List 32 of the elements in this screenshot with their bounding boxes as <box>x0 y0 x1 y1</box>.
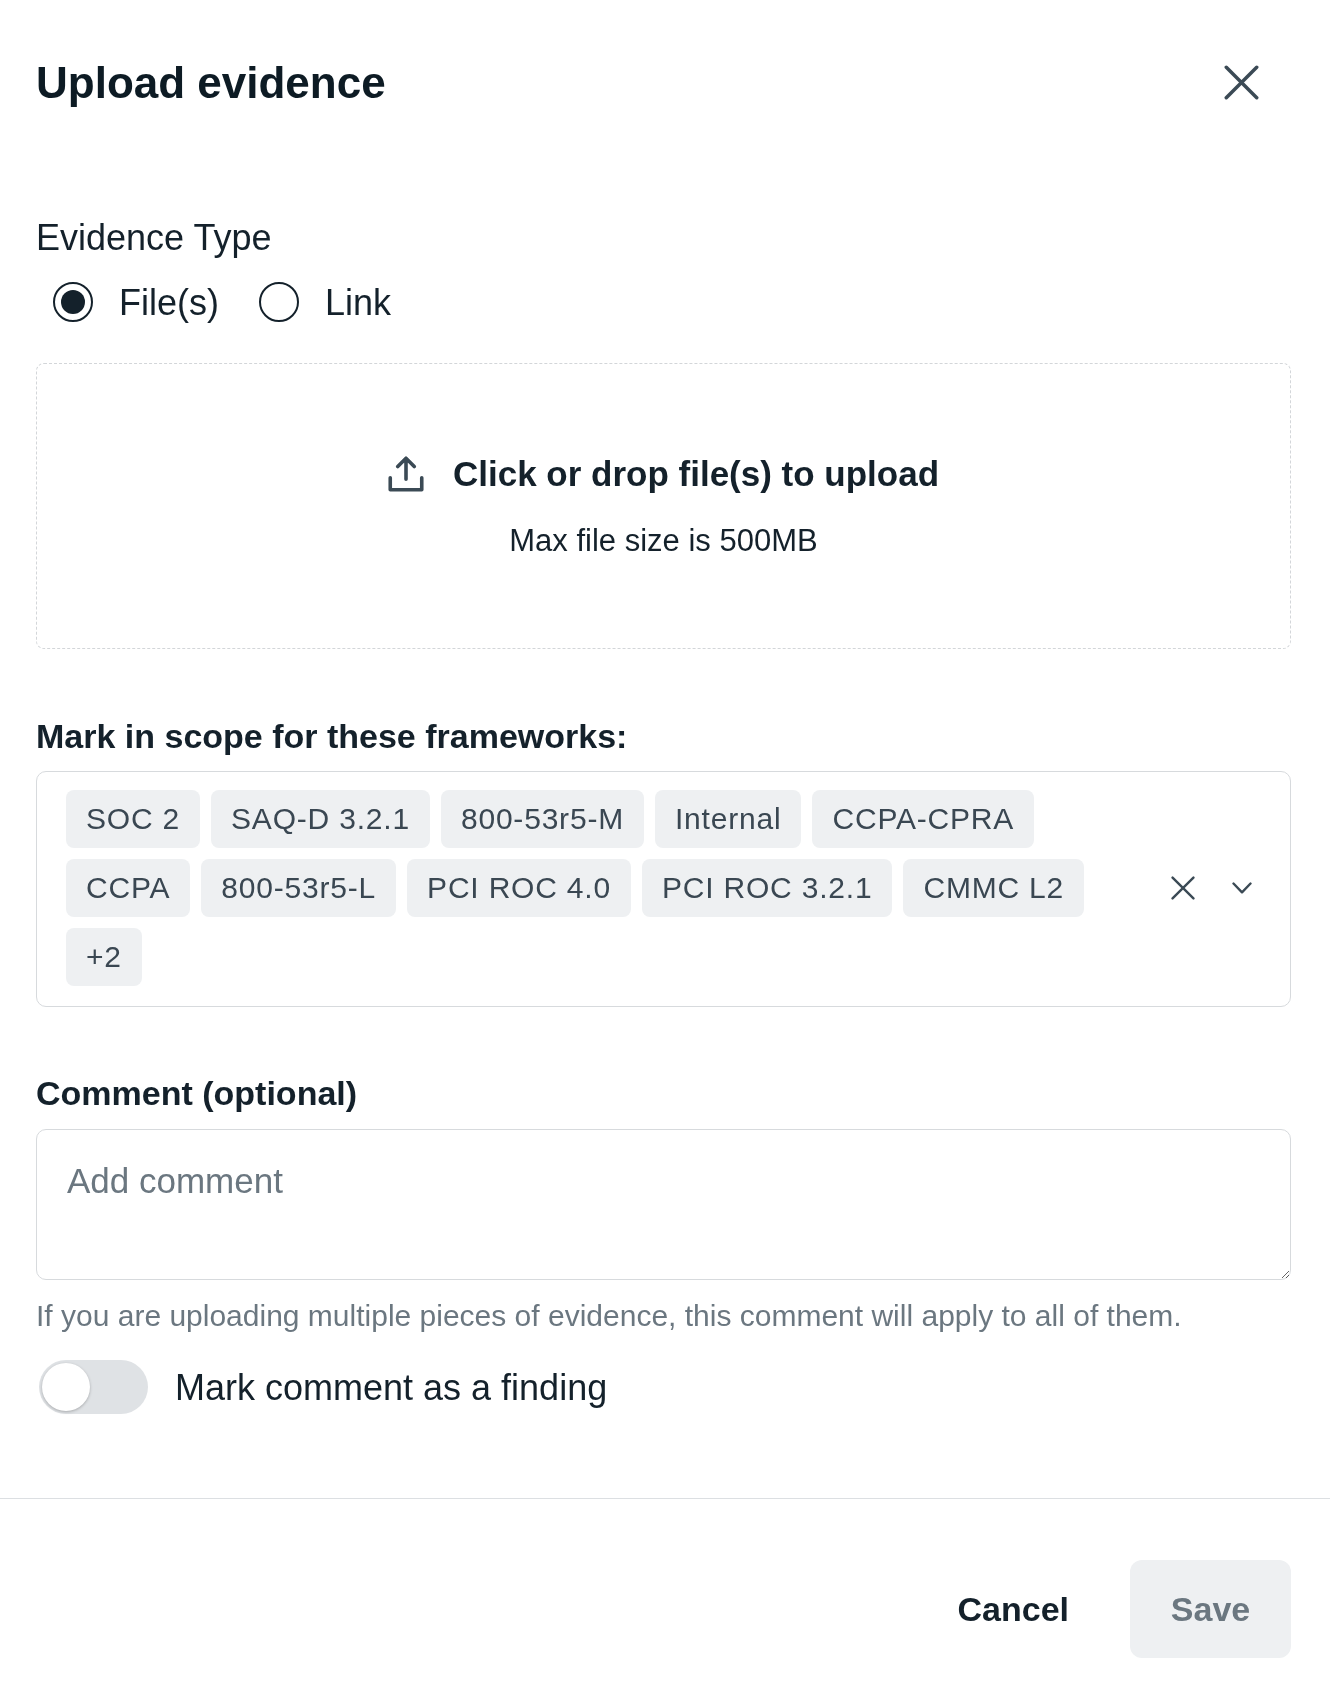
radio-label: Link <box>325 280 392 324</box>
framework-tag: 800-53r5-M <box>440 790 644 848</box>
cancel-button[interactable]: Cancel <box>933 1560 1093 1658</box>
framework-select[interactable]: SOC 2 SAQ-D 3.2.1 800-53r5-M Internal CCPA-CPRA CCPA 800-53r5-L PCI ROC 4.0 PCI ROC 3.2.1 CMMC L2 +2 <box>36 771 1291 1007</box>
comment-field[interactable]: Add comment <box>36 1129 1291 1280</box>
framework-tag: CMMC L2 <box>903 859 1085 917</box>
framework-tag: CCPA-CPRA <box>812 790 1035 848</box>
framework-tag: PCI ROC 4.0 <box>407 859 631 917</box>
toggle-switch[interactable] <box>39 1360 148 1414</box>
framework-tag: CCPA <box>66 859 191 917</box>
upload-icon <box>387 456 424 492</box>
helper-text: If you are uploading multiple pieces of evidence, this comment will apply to all of them. <box>36 1298 1182 1333</box>
dropzone-text: Click or drop file(s) to upload <box>452 453 940 495</box>
evidence-type-label: Evidence Type <box>36 216 272 259</box>
radio-button[interactable] <box>53 282 93 322</box>
file-size-hint: Max file size is 500MB <box>509 522 818 559</box>
toggle-label: Mark comment as a finding <box>175 1365 608 1409</box>
framework-tag: Internal <box>655 790 802 848</box>
radio-button[interactable] <box>259 282 299 322</box>
radio-label: File(s) <box>119 280 219 324</box>
clear-icon[interactable] <box>1171 876 1195 900</box>
chevron-down-icon[interactable] <box>1232 882 1252 894</box>
comment-label: Comment (optional) <box>36 1073 358 1114</box>
framework-tag: PCI ROC 3.2.1 <box>641 859 893 917</box>
framework-tag: SAQ-D 3.2.1 <box>211 790 430 848</box>
more-tags-count[interactable]: +2 <box>66 928 142 986</box>
framework-tag: SOC 2 <box>66 790 201 848</box>
close-icon[interactable] <box>1224 65 1259 100</box>
framework-tag: 800-53r5-L <box>201 859 397 917</box>
file-dropzone[interactable]: Click or drop file(s) to upload Max file size is 500MB <box>36 363 1291 649</box>
frameworks-label: Mark in scope for these frameworks: <box>36 716 628 757</box>
dialog-title: Upload evidence <box>36 57 386 109</box>
